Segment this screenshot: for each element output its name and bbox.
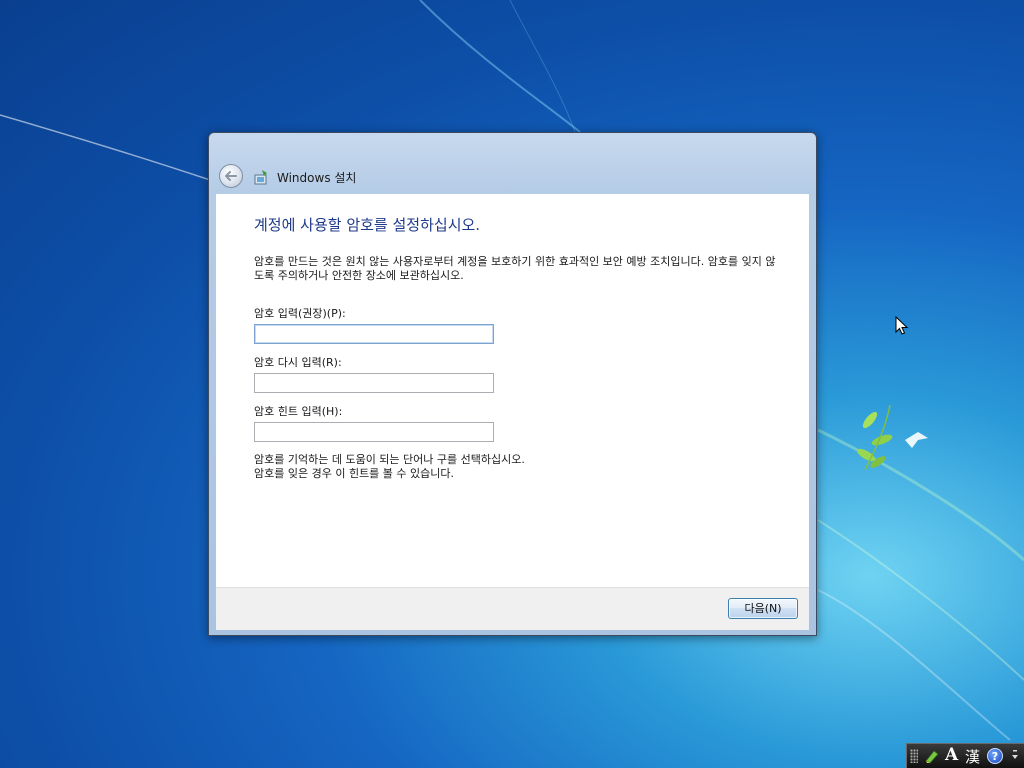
password-hint-input[interactable]	[254, 422, 494, 442]
setup-dialog: Windows 설치 계정에 사용할 암호를 설정하십시오. 암호를 만드는 것…	[208, 132, 817, 636]
content-panel: 계정에 사용할 암호를 설정하십시오. 암호를 만드는 것은 원치 않는 사용자…	[216, 194, 809, 587]
hint-note-line-1: 암호를 기억하는 데 도움이 되는 단어나 구를 선택하십시오.	[254, 453, 525, 466]
next-button[interactable]: 다음(N)	[728, 598, 798, 619]
dialog-footer: 다음(N)	[216, 587, 809, 630]
hint-note: 암호를 기억하는 데 도움이 되는 단어나 구를 선택하십시오. 암호를 잊은 …	[254, 453, 774, 481]
help-icon[interactable]: ?	[987, 748, 1003, 764]
hanja-mode-button[interactable]: 漢	[965, 746, 980, 767]
page-description: 암호를 만드는 것은 원치 않는 사용자로부터 계정을 보호하기 위한 효과적인…	[254, 255, 776, 282]
hint-note-line-2: 암호를 잊은 경우 이 힌트를 볼 수 있습니다.	[254, 467, 455, 480]
password-hint-label: 암호 힌트 입력(H):	[254, 405, 343, 418]
password-label: 암호 입력(권장)(P):	[254, 307, 346, 320]
wallpaper-leaf-icon	[857, 404, 893, 471]
langbar-grip-handle[interactable]	[910, 749, 918, 763]
mouse-cursor-icon	[895, 316, 909, 335]
setup-icon	[254, 170, 267, 185]
language-bar: A 漢 ?	[906, 743, 1024, 768]
back-arrow-icon	[225, 171, 237, 181]
confirm-password-input[interactable]	[254, 373, 494, 393]
title-bar: Windows 설치	[215, 161, 805, 193]
ime-pad-icon[interactable]	[924, 748, 940, 764]
langbar-options-icon[interactable]	[1010, 748, 1020, 764]
window-title: Windows 설치	[277, 171, 357, 185]
page-heading: 계정에 사용할 암호를 설정하십시오.	[254, 216, 481, 234]
input-mode-alpha-button[interactable]: A	[945, 745, 958, 765]
wallpaper-bird-icon	[905, 432, 928, 448]
confirm-password-label: 암호 다시 입력(R):	[254, 356, 342, 369]
password-input[interactable]	[254, 324, 494, 344]
back-button[interactable]	[219, 164, 243, 188]
